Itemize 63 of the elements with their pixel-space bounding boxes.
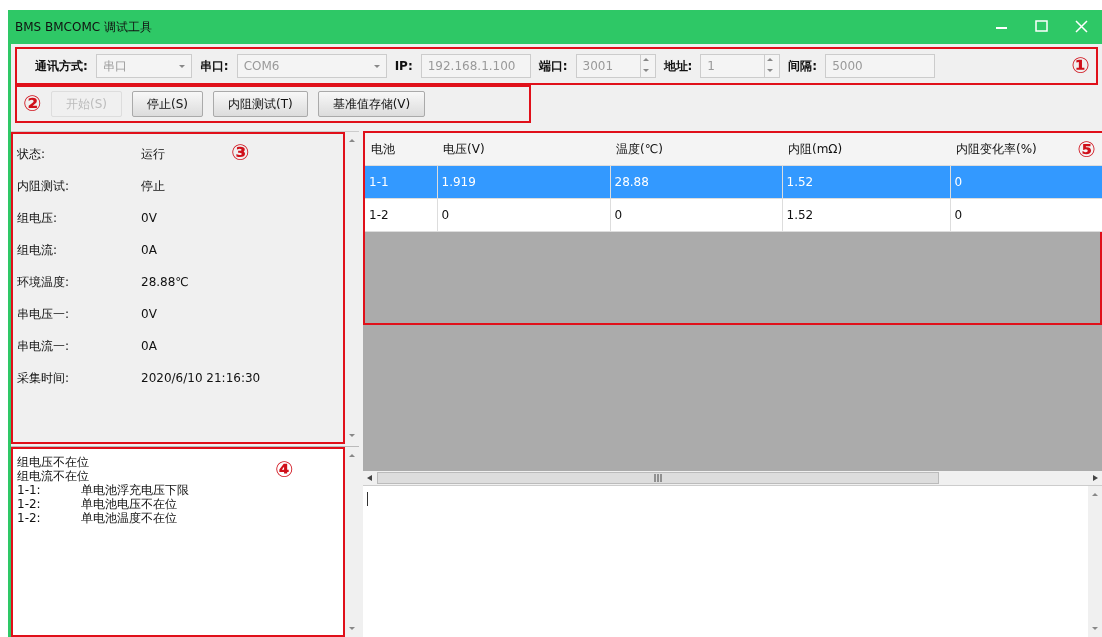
status-value: 2020/6/10 21:16:30 bbox=[141, 371, 261, 385]
down-arrow-icon[interactable] bbox=[347, 431, 357, 440]
log-line: 单电池浮充电压下限 bbox=[81, 483, 189, 497]
status-value: 停止 bbox=[141, 177, 165, 195]
annotation-number: ② bbox=[23, 93, 42, 115]
annotation-number: ⑤ bbox=[1077, 139, 1096, 161]
status-label: 采集时间: bbox=[17, 369, 71, 387]
field-label: IP: bbox=[394, 59, 413, 73]
table-cell: 1.52 bbox=[782, 198, 950, 232]
up-arrow-icon[interactable] bbox=[347, 451, 357, 460]
log-code: 1-2: bbox=[17, 511, 42, 525]
table-cell: 1.919 bbox=[437, 165, 610, 199]
table-cell: 1.52 bbox=[782, 165, 950, 199]
up-arrow-icon[interactable] bbox=[347, 136, 357, 145]
status-label: 串电流一: bbox=[17, 337, 71, 355]
annotation-number: ① bbox=[1071, 55, 1090, 77]
toolbar-button[interactable]: 基准值存储(V) bbox=[317, 91, 426, 117]
field-label: 端口: bbox=[538, 57, 568, 75]
field-label: 间隔: bbox=[788, 57, 818, 75]
down-arrow-icon[interactable] bbox=[1090, 624, 1100, 633]
field-label: 通讯方式: bbox=[35, 57, 88, 75]
field-label: 地址: bbox=[663, 57, 693, 75]
table-row[interactable]: 1-2 0 0 1.52 0 bbox=[365, 198, 1102, 232]
toolbar-button[interactable]: 停止(S) bbox=[132, 91, 203, 117]
status-label: 组电流: bbox=[17, 241, 59, 259]
up-arrow-icon[interactable] bbox=[1090, 490, 1100, 499]
column-header[interactable]: 电池 bbox=[365, 133, 437, 166]
status-value: 运行 bbox=[141, 145, 165, 163]
log-line: 单电池温度不在位 bbox=[81, 511, 177, 525]
window-title: BMS BMCOMC 调试工具 bbox=[15, 18, 153, 36]
column-header[interactable]: 电压(V) bbox=[437, 133, 610, 166]
vertical-scrollbar[interactable] bbox=[345, 447, 359, 637]
log-code: 1-1: bbox=[17, 483, 42, 497]
log-line: 组电流不在位 bbox=[17, 469, 89, 483]
status-label: 状态: bbox=[17, 145, 47, 163]
status-label: 内阻测试: bbox=[17, 177, 71, 195]
grip-icon[interactable] bbox=[653, 474, 663, 482]
vertical-scrollbar[interactable] bbox=[1088, 486, 1102, 637]
column-header[interactable]: 温度(℃) bbox=[610, 133, 782, 166]
table-cell: 0 bbox=[950, 198, 1102, 232]
status-value: 0V bbox=[141, 307, 157, 321]
toolbar-button[interactable]: 内阻测试(T) bbox=[212, 91, 308, 117]
field-label: 串口: bbox=[199, 57, 229, 75]
annotation-number: ④ bbox=[275, 459, 294, 481]
log-line: 组电压不在位 bbox=[17, 455, 89, 469]
status-label: 串电压一: bbox=[17, 305, 71, 323]
status-value: 0V bbox=[141, 211, 157, 225]
status-label: 组电压: bbox=[17, 209, 59, 227]
status-value: 0A bbox=[141, 243, 157, 257]
log-line: 单电池电压不在位 bbox=[81, 497, 177, 511]
down-arrow-icon[interactable] bbox=[347, 624, 357, 633]
status-value: 28.88℃ bbox=[141, 275, 189, 289]
log-code: 1-2: bbox=[17, 497, 42, 511]
annotation-number: ③ bbox=[231, 142, 250, 164]
table-cell: 28.88 bbox=[610, 165, 782, 199]
table-cell: 0 bbox=[437, 198, 610, 232]
table-cell: 0 bbox=[610, 198, 782, 232]
table-cell: 1-2 bbox=[365, 198, 437, 232]
status-value: 0A bbox=[141, 339, 157, 353]
table-cell: 1-1 bbox=[365, 165, 437, 199]
status-label: 环境温度: bbox=[17, 273, 71, 291]
column-header[interactable]: 内阻(mΩ) bbox=[782, 133, 950, 166]
table-cell: 0 bbox=[950, 165, 1102, 199]
